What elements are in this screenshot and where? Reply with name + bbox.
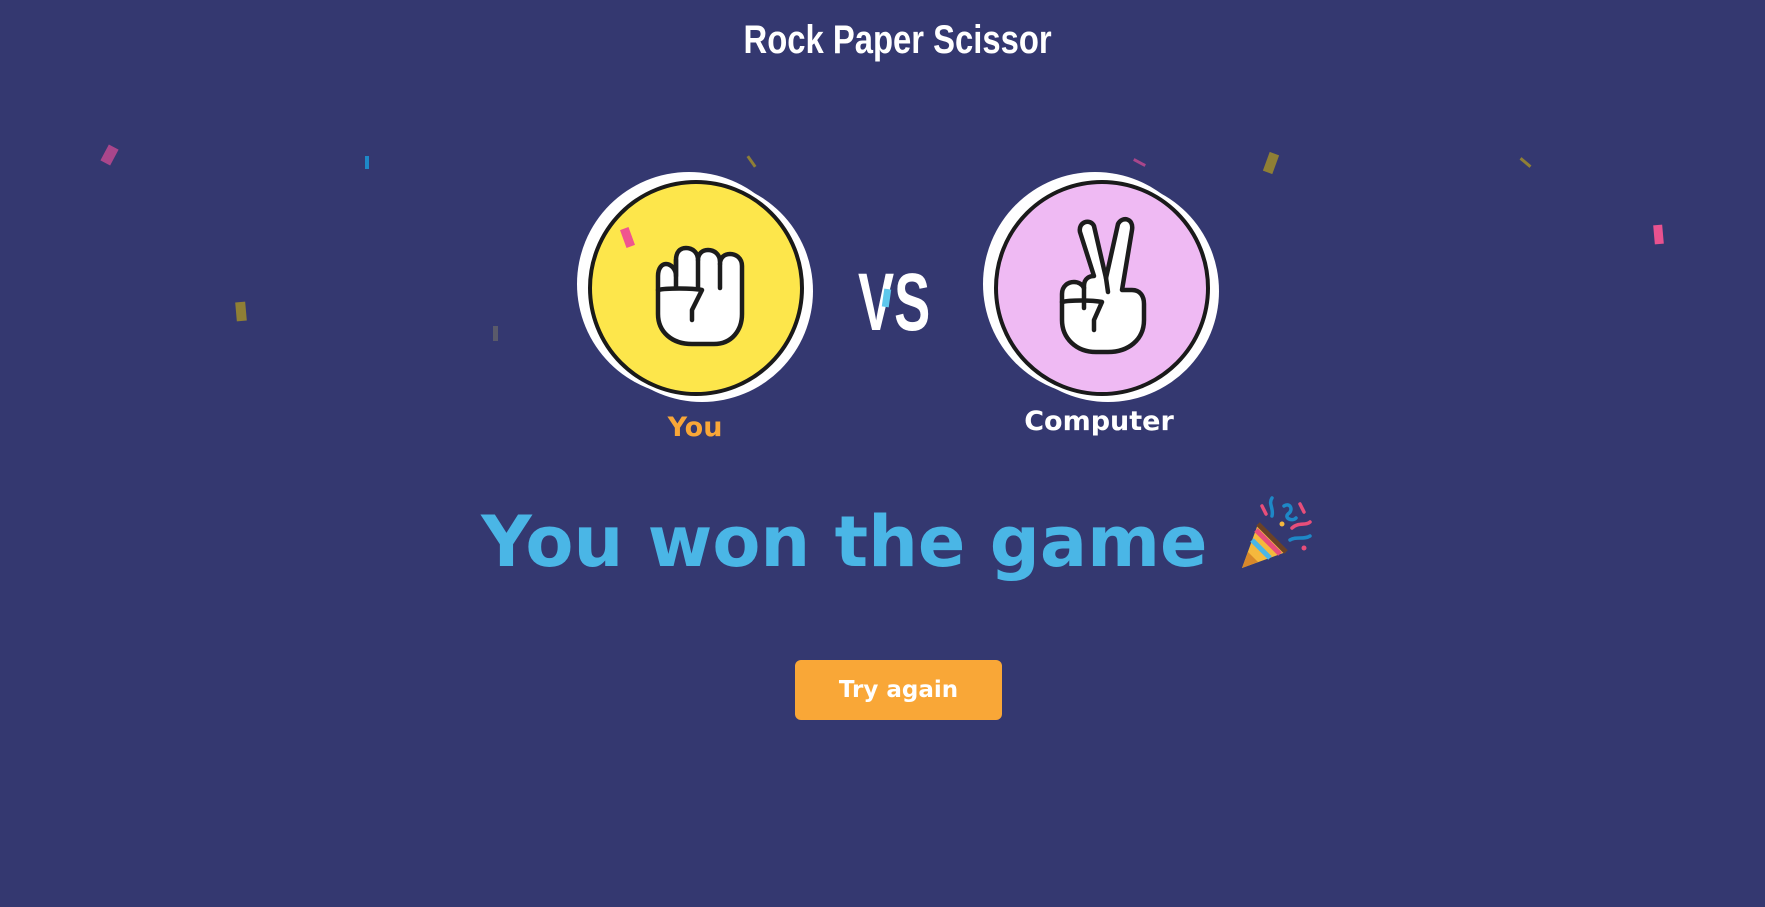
confetti-piece xyxy=(493,326,498,341)
player-choice-badge xyxy=(588,180,804,396)
confetti-piece xyxy=(746,155,757,168)
player-label: You xyxy=(667,412,723,443)
confetti-piece xyxy=(235,301,247,322)
peace-hand-icon xyxy=(1059,216,1147,355)
computer-choice-badge xyxy=(994,180,1210,396)
result-banner: You won the game xyxy=(0,496,1765,584)
party-popper-icon xyxy=(1241,496,1312,568)
confetti-piece xyxy=(365,156,369,169)
confetti-piece xyxy=(1262,151,1280,175)
confetti-piece xyxy=(1519,157,1532,168)
app-title: Rock Paper Scissor xyxy=(743,18,1052,62)
confetti-piece xyxy=(1653,224,1664,245)
computer-panel: Computer xyxy=(990,178,1220,458)
player-panel: You xyxy=(586,178,806,458)
result-text: You won the game xyxy=(481,501,1208,583)
confetti-piece xyxy=(1133,158,1146,167)
try-again-button[interactable]: Try again xyxy=(795,660,1002,720)
confetti-piece xyxy=(100,144,119,166)
computer-label: Computer xyxy=(1024,406,1174,437)
fist-icon xyxy=(655,245,745,347)
